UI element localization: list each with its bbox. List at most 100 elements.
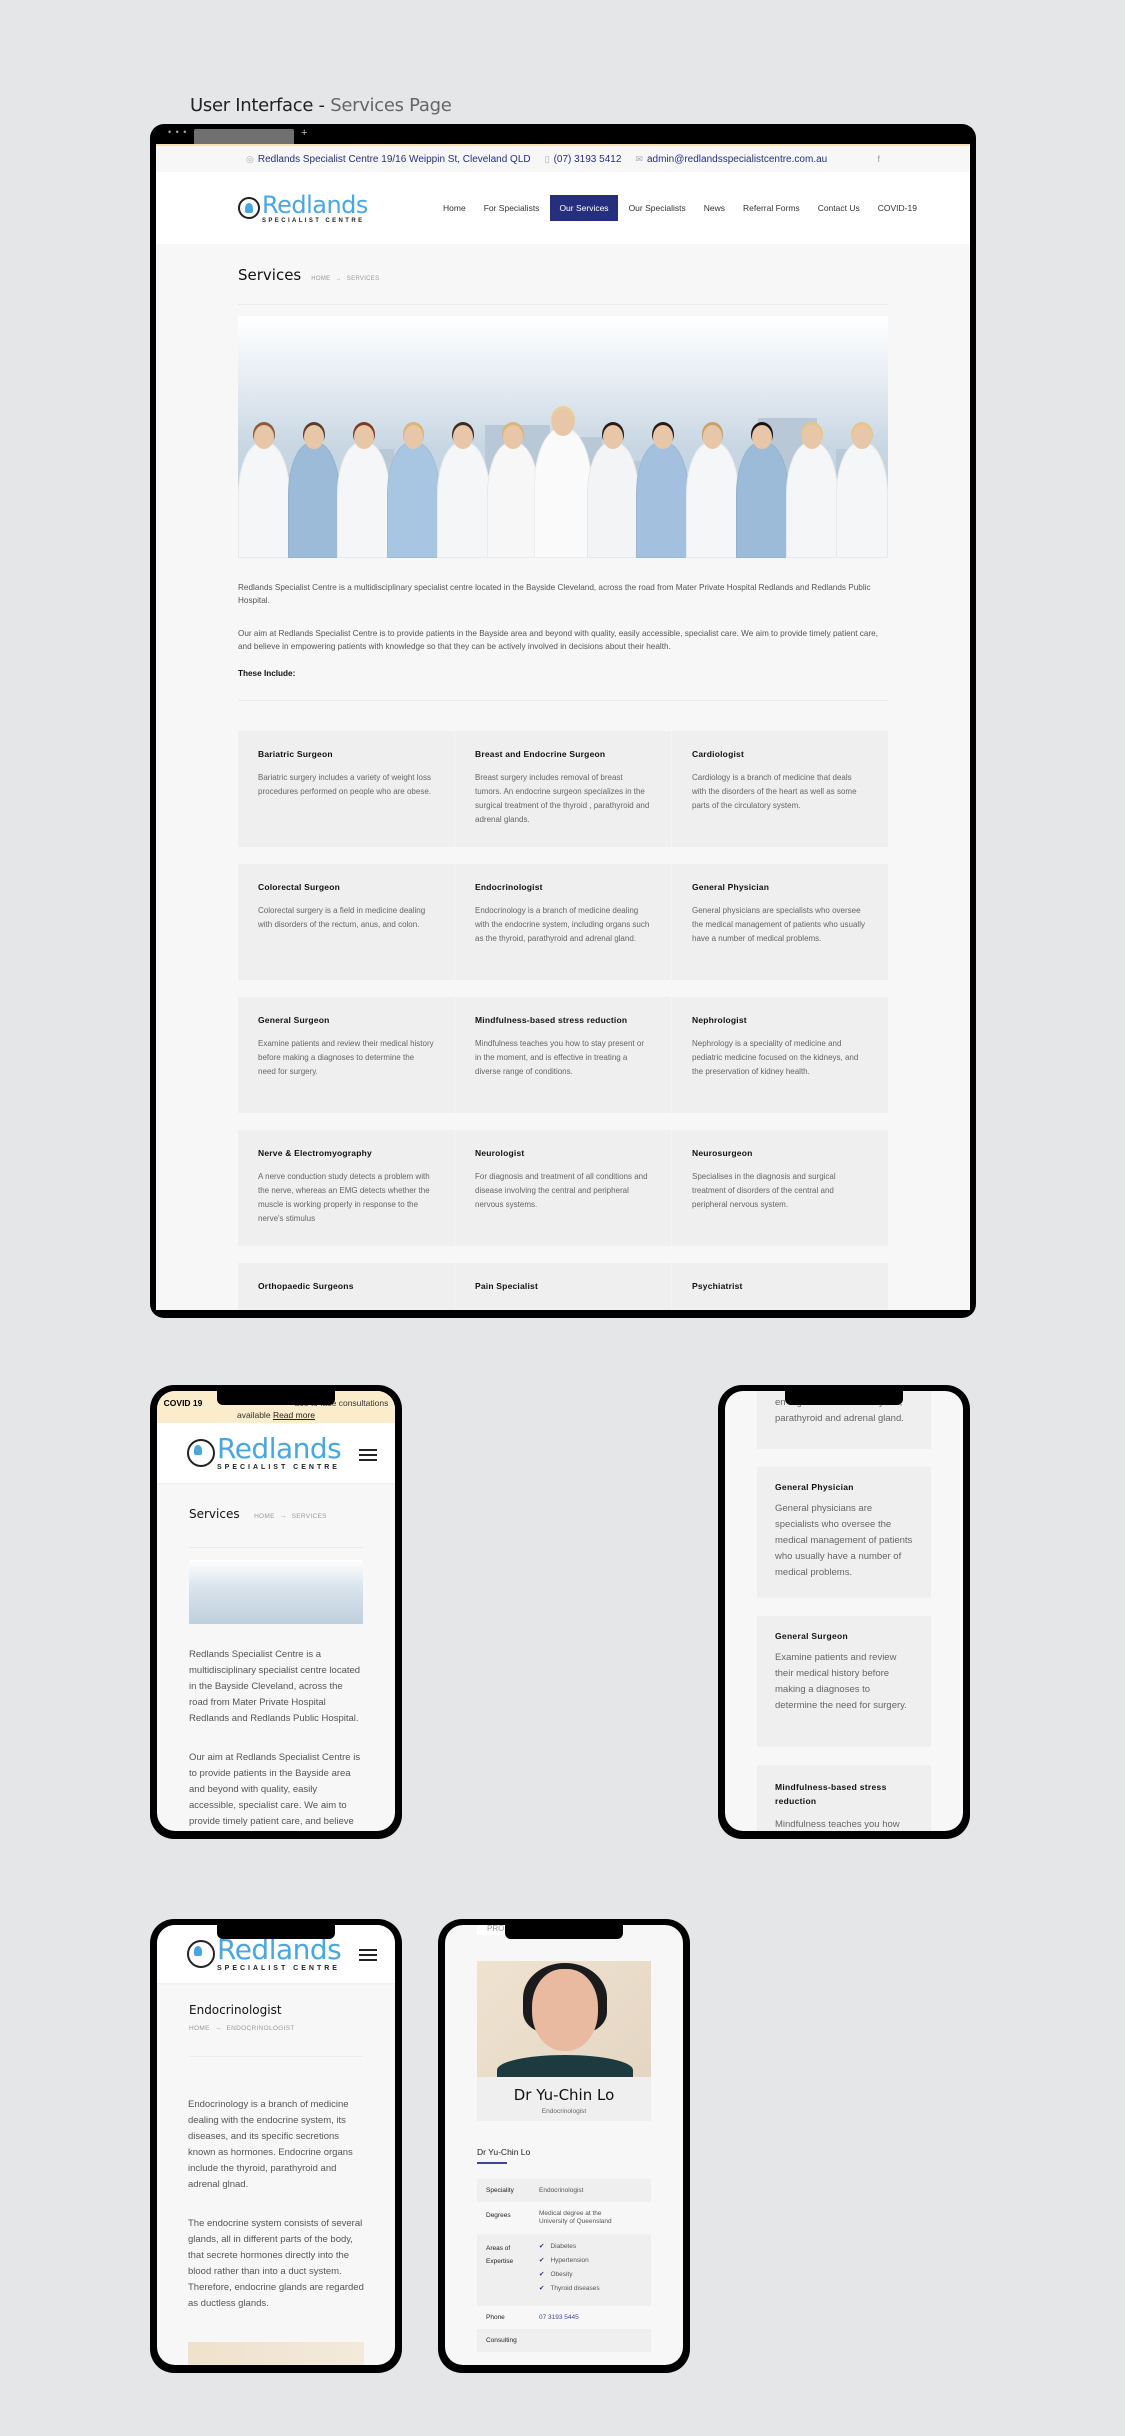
services-row: Orthopaedic Surgeons Pain Specialist Psych… <box>238 1263 888 1310</box>
row-label: Areas of Expertise <box>486 2245 514 2265</box>
staff-member <box>636 441 689 558</box>
staff-face <box>752 424 773 449</box>
service-name: Bariatric Surgeon <box>258 749 333 759</box>
nav-covid-19[interactable]: COVID-19 <box>871 196 924 220</box>
staff-face <box>303 424 324 449</box>
service-name: Nephrologist <box>692 1015 747 1025</box>
breadcrumb-arrow-icon: → <box>279 1513 287 1520</box>
address-item[interactable]: ◎ Redlands Specialist Centre 19/16 Weipp… <box>246 154 531 165</box>
phone-notch <box>505 1925 623 1939</box>
table-row: Degrees Medical degree at the University… <box>477 2202 651 2234</box>
breadcrumb-home[interactable]: HOME <box>189 2025 210 2032</box>
service-card[interactable]: General Physician General physicians are… <box>757 1467 931 1598</box>
site-logo[interactable]: Redlands SPECIALIST CENTRE <box>187 1936 342 1972</box>
site-logo[interactable]: Redlands SPECIALIST CENTRE <box>238 193 368 224</box>
service-card[interactable]: Colorectal Surgeon Colorectal surgery is … <box>238 864 455 980</box>
service-card[interactable]: Neurologist For diagnosis and treatment o… <box>455 1130 672 1246</box>
logo-mark-icon <box>187 1940 215 1968</box>
site-logo[interactable]: Redlands SPECIALIST CENTRE <box>187 1435 342 1471</box>
row-label: Degrees <box>486 2212 511 2219</box>
service-desc: Bariatric surgery includes a variety of … <box>258 773 431 796</box>
service-card[interactable]: Breast and Endocrine Surgeon Breast surge… <box>455 731 672 847</box>
service-card[interactable]: Mindfulness-based stress reduction Mindf… <box>757 1765 931 1831</box>
mobile-navbar: Redlands SPECIALIST CENTRE <box>157 1423 395 1483</box>
nav-home[interactable]: Home <box>436 196 473 220</box>
expertise-text: Diabetes <box>550 2243 577 2250</box>
new-tab-button[interactable]: + <box>301 127 307 139</box>
page-header: Services HOME → SERVICES <box>156 244 970 305</box>
service-card[interactable]: Bariatric Surgeon Bariatric surgery inclu… <box>238 731 455 847</box>
hamburger-menu-icon[interactable] <box>359 1949 377 1964</box>
breadcrumb-current: ENDOCRINOLOGIST <box>226 2025 295 2032</box>
nav-news[interactable]: News <box>697 196 732 220</box>
service-name: Endocrinologist <box>475 882 543 892</box>
hamburger-menu-icon[interactable] <box>359 1449 377 1464</box>
logo-mark-icon <box>187 1439 215 1467</box>
specialty-paragraph-2: The endocrine system consists of several… <box>188 2218 364 2309</box>
window-controls[interactable]: • • • <box>168 127 187 137</box>
service-card[interactable]: General Surgeon Examine patients and revi… <box>238 997 455 1113</box>
page-title: Services <box>238 266 302 284</box>
staff-member <box>835 441 888 558</box>
service-card[interactable]: Pain Specialist <box>455 1263 672 1310</box>
includes-label: These Include: <box>238 669 296 678</box>
service-name: Breast and Endocrine Surgeon <box>475 749 606 759</box>
page-header: Services HOME → SERVICES <box>157 1483 395 1523</box>
phone-item[interactable]: ▯ (07) 3193 5412 <box>545 154 622 165</box>
service-desc: Colorectal surgery is a field in medicin… <box>258 906 426 929</box>
service-card[interactable]: General Physician General physicians are … <box>672 864 888 980</box>
service-desc: Mindfulness teaches you how to stay pres… <box>475 1039 644 1076</box>
expertise-item: ✔ Obesity <box>539 2270 651 2278</box>
covid-label: COVID 19 <box>163 1398 203 1408</box>
expertise-text: Hypertension <box>550 2257 589 2264</box>
service-card[interactable]: General Surgeon Examine patients and rev… <box>757 1616 931 1747</box>
staff-member <box>686 441 739 558</box>
breadcrumb-arrow-icon: → <box>214 2025 222 2032</box>
email-item[interactable]: ✉ admin@redlandsspecialistcentre.com.au <box>635 154 827 165</box>
service-card[interactable]: Neurosurgeon Specialises in the diagnosis… <box>672 1130 888 1246</box>
intro-content: Redlands Specialist Centre is a multidis… <box>157 1647 395 1831</box>
logo-tagline: SPECIALIST CENTRE <box>262 217 365 224</box>
staff-face <box>602 424 623 449</box>
nav-for-specialists[interactable]: For Specialists <box>477 196 547 220</box>
nav-our-specialists[interactable]: Our Specialists <box>622 196 693 220</box>
doctor-speciality: Endocrinologist <box>541 2108 587 2115</box>
service-card[interactable]: Nerve & Electromyography A nerve conducti… <box>238 1130 455 1246</box>
service-card[interactable]: Cardiologist Cardiology is a branch of me… <box>672 731 888 847</box>
staff-member <box>586 441 640 558</box>
breadcrumb: HOME → ENDOCRINOLOGIST <box>189 2025 363 2032</box>
nav-contact-us[interactable]: Contact Us <box>811 196 867 220</box>
service-name: Mindfulness-based stress reduction <box>775 1782 887 1806</box>
phone-link[interactable]: 07 3193 5445 <box>539 2314 651 2321</box>
main-navbar: Redlands SPECIALIST CENTRE Home For Spec… <box>156 172 970 244</box>
service-desc: For diagnosis and treatment of all condi… <box>475 1172 648 1209</box>
email-link[interactable]: admin@redlandsspecialistcentre.com.au <box>647 154 827 165</box>
mobile-services-top: COVID 19 ace to face consultations avail… <box>150 1385 402 1839</box>
facebook-icon[interactable]: f <box>877 154 880 164</box>
service-name: General Physician <box>775 1482 854 1492</box>
covid-read-more-link[interactable]: Read more <box>273 1410 315 1420</box>
staff-member <box>785 441 839 558</box>
service-card[interactable]: Nephrologist Nephrology is a speciality o… <box>672 997 888 1113</box>
phone-notch <box>217 1391 335 1405</box>
service-card[interactable]: Mindfulness-based stress reduction Mindfu… <box>455 997 672 1113</box>
service-desc: Examine patients and review their medica… <box>258 1039 434 1076</box>
expertise-list: ✔ Diabetes ✔ Hypertension ✔ Obesity ✔ Thyroi… <box>539 2242 651 2298</box>
specialty-content: Endocrinology is a branch of medicine de… <box>157 2097 395 2312</box>
service-card[interactable]: Psychiatrist <box>672 1263 888 1310</box>
check-icon: ✔ <box>539 2285 545 2292</box>
service-card[interactable]: Orthopaedic Surgeons <box>238 1263 455 1310</box>
service-card[interactable]: Endocrinologist Endocrinology is a branch… <box>455 864 672 980</box>
browser-chrome: • • • + <box>156 124 970 144</box>
breadcrumb-home[interactable]: HOME <box>254 1513 275 1520</box>
nav-our-services[interactable]: Our Services <box>550 195 618 221</box>
nav-referral-forms[interactable]: Referral Forms <box>736 196 807 220</box>
profile-section-title: Dr Yu-Chin Lo <box>477 2147 531 2157</box>
page-title: Services <box>189 1507 240 1521</box>
header-divider <box>238 304 888 305</box>
breadcrumb-home[interactable]: HOME <box>311 276 330 282</box>
logo-tagline: SPECIALIST CENTRE <box>217 1464 340 1471</box>
check-icon: ✔ <box>539 2271 545 2278</box>
doctor-photo <box>477 1961 651 2077</box>
browser-tab[interactable] <box>194 129 294 144</box>
